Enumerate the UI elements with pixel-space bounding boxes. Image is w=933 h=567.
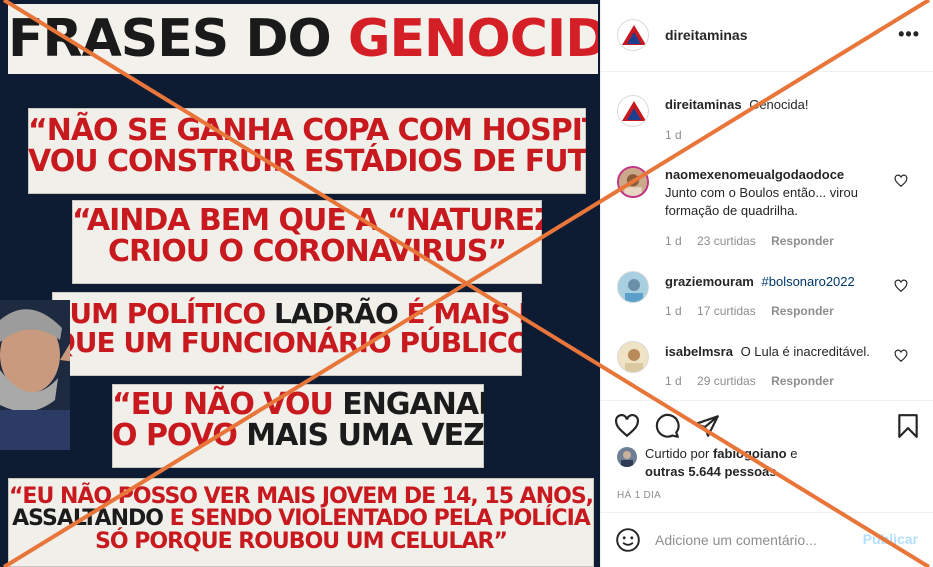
quote-line: SÓ PORQUE ROUBOU UM CELULAR” [95, 528, 508, 554]
comment-meta: 1 d 23 curtidas Responder [665, 234, 846, 248]
quote-line: “EU NÃO VOU ENGANAR [112, 389, 484, 421]
avatar-photo-icon [618, 342, 648, 372]
avatar[interactable] [617, 95, 649, 127]
likes-others[interactable]: outras 5.644 pessoas [645, 464, 777, 479]
heart-icon[interactable] [894, 279, 908, 293]
avatar[interactable] [617, 166, 649, 198]
caption-text: Genocida! [749, 97, 809, 112]
likes-connector: e [790, 446, 798, 461]
caption-username[interactable]: direitaminas [665, 97, 742, 112]
quote-line: “NÃO SE GANHA COPA COM HOSPITAIS, [28, 113, 586, 148]
comment-hashtag[interactable]: #bolsonaro2022 [762, 274, 855, 289]
post-sidebar: direitaminas ••• direitaminas Genocida! … [600, 0, 933, 567]
comment-time[interactable]: 1 d [665, 374, 682, 388]
quote-line: QUE UM FUNCIONÁRIO PÚBLICO” [52, 325, 522, 359]
quote-banner: “EU NÃO VOU ENGANAR O POVO MAIS UMA VEZ” [112, 384, 484, 468]
quote-segment: E SENDO VIOLENTADO PELA POLÍCIA [169, 506, 591, 532]
reply-button[interactable]: Responder [771, 234, 834, 248]
reply-button[interactable]: Responder [771, 304, 834, 318]
emoji-icon[interactable] [615, 527, 641, 553]
comment-username[interactable]: isabelmsra [665, 344, 733, 359]
comment-likes[interactable]: 17 curtidas [697, 304, 756, 318]
comment-meta: 1 d 17 curtidas Responder [665, 304, 846, 318]
post-header: direitaminas ••• [601, 0, 933, 72]
comment-username[interactable]: naomexenomeualgodaodoce [665, 167, 844, 182]
quote-segment: ASSALTANDO [12, 506, 164, 532]
comment-likes[interactable]: 29 curtidas [697, 374, 756, 388]
reply-button[interactable]: Responder [771, 374, 834, 388]
comment-body: naomexenomeualgodaodoce Junto com o Boul… [665, 166, 895, 220]
comment-meta: 1 d 29 curtidas Responder [665, 374, 846, 388]
comment-time[interactable]: 1 d [665, 234, 682, 248]
comment-likes[interactable]: 23 curtidas [697, 234, 756, 248]
quote-banner: “NÃO SE GANHA COPA COM HOSPITAIS, VOU CO… [28, 108, 586, 194]
quote-line: VOU CONSTRUIR ESTÁDIOS DE FUTEBOL” [28, 143, 586, 179]
image-title-part1: FRASES DO [8, 9, 332, 69]
caption-time[interactable]: 1 d [665, 128, 682, 142]
more-icon[interactable]: ••• [898, 24, 920, 45]
heart-icon[interactable] [614, 413, 640, 439]
quote-banner: “AINDA BEM QUE A “NATUREZA” CRIOU O CORO… [72, 200, 542, 284]
quote-line: O POVO MAIS UMA VEZ” [112, 417, 484, 453]
comments-list[interactable]: direitaminas Genocida! 1 d naomexenomeua… [601, 73, 933, 400]
comment-input[interactable] [655, 529, 855, 551]
comment-body: graziemouram #bolsonaro2022 [665, 273, 895, 291]
comment-icon[interactable] [654, 413, 680, 439]
heart-icon[interactable] [894, 349, 908, 363]
comment-body: isabelmsra O Lula é inacreditável. [665, 343, 895, 361]
quote-line: ASSALTANDO E SENDO VIOLENTADO PELA POLÍC… [8, 508, 594, 530]
image-title-part2: GENOCIDA: [347, 9, 598, 69]
avatar[interactable] [617, 341, 649, 373]
quote-line: “UM POLÍTICO LADRÃO É MAIS DIGNO [52, 299, 522, 329]
caption-body: direitaminas Genocida! [665, 96, 895, 114]
triangle-logo-icon [622, 25, 646, 45]
person-figure [0, 300, 70, 450]
heart-icon[interactable] [894, 174, 908, 188]
post-timestamp[interactable]: HÁ 1 DIA [617, 490, 661, 501]
comment-username[interactable]: graziemouram [665, 274, 754, 289]
caption-meta: 1 d [665, 128, 694, 142]
quote-segment: O POVO [112, 417, 238, 453]
avatar[interactable] [617, 19, 649, 51]
post-image[interactable]: FRASES DO GENOCIDA: “NÃO SE GANHA COPA C… [0, 0, 600, 567]
publish-button[interactable]: Publicar [863, 531, 918, 547]
post-actions: Curtido por fabiogoiano e outras 5.644 p… [601, 400, 933, 520]
avatar[interactable] [617, 271, 649, 303]
comment-text: Junto com o Boulos então... virou formaç… [665, 185, 858, 218]
share-icon[interactable] [694, 413, 720, 439]
liker-username[interactable]: fabiogoiano [713, 446, 787, 461]
bookmark-icon[interactable] [895, 413, 921, 439]
quote-line: CRIOU O CORONAVIRUS” [107, 233, 507, 269]
triangle-logo-icon [622, 101, 646, 121]
quote-segment: MAIS UMA VEZ” [246, 417, 484, 453]
avatar[interactable] [617, 447, 637, 467]
likes-prefix: Curtido por [645, 446, 710, 461]
post-author-username[interactable]: direitaminas [665, 27, 747, 43]
avatar-photo-icon [618, 272, 648, 302]
comment-time[interactable]: 1 d [665, 304, 682, 318]
add-comment-bar: Publicar [601, 512, 933, 567]
quote-banner: “UM POLÍTICO LADRÃO É MAIS DIGNO QUE UM … [52, 292, 522, 376]
comment-text: O Lula é inacreditável. [740, 344, 870, 359]
quote-line: “AINDA BEM QUE A “NATUREZA” [72, 203, 542, 238]
avatar-photo-icon [619, 168, 647, 196]
likes-text: Curtido por fabiogoiano e outras 5.644 p… [645, 445, 905, 481]
quote-banner: “EU NÃO POSSO VER MAIS JOVEM DE 14, 15 A… [8, 478, 594, 567]
image-title: FRASES DO GENOCIDA: [8, 4, 598, 74]
avatar-photo-icon [617, 447, 637, 467]
